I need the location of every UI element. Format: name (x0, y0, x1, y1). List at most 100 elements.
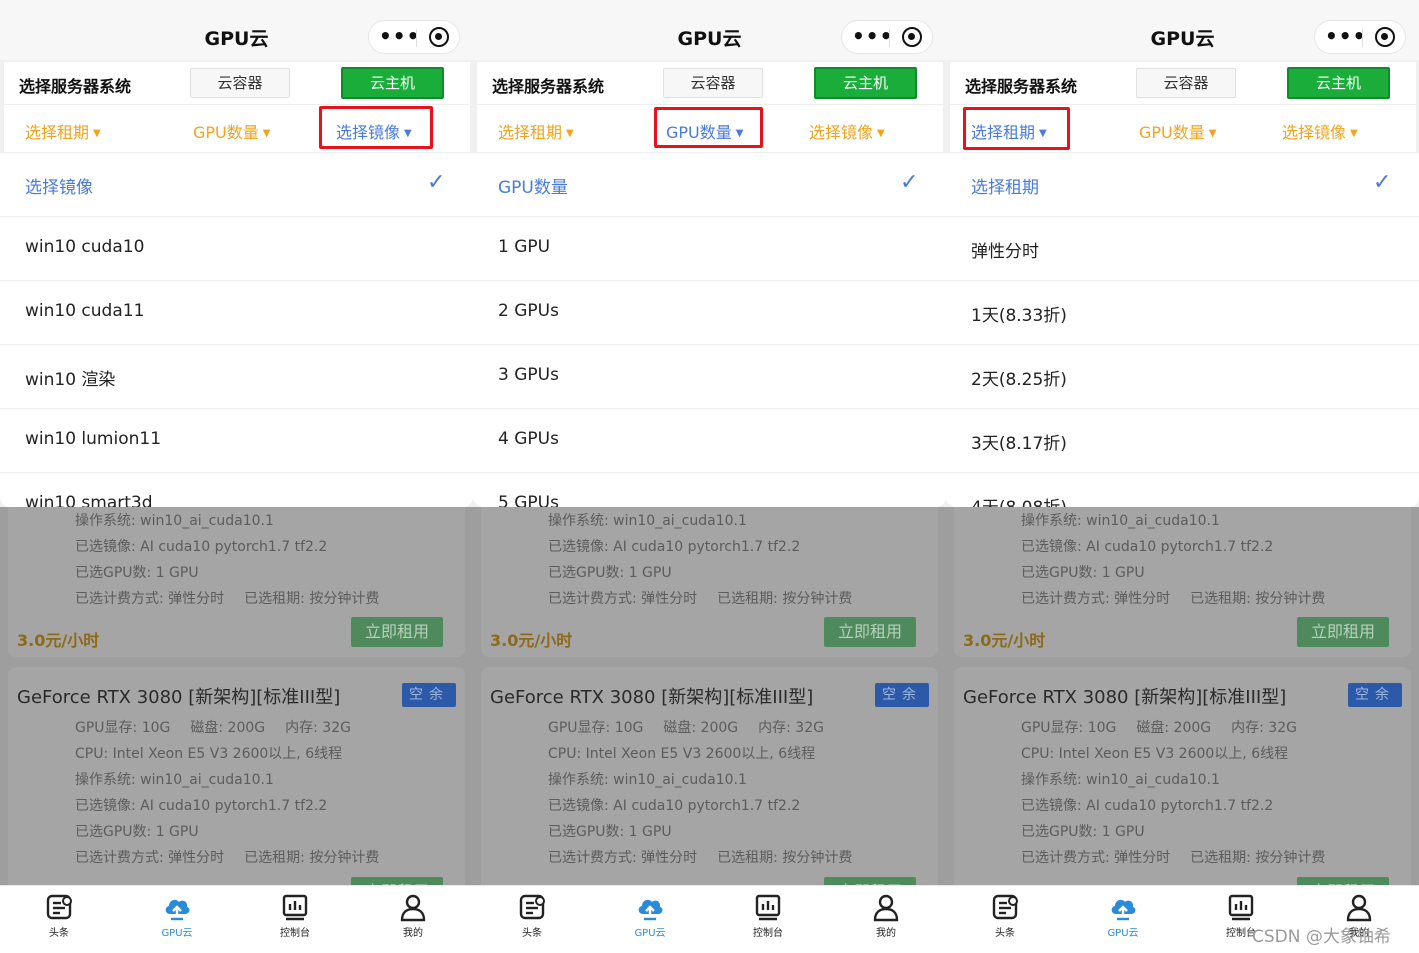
miniprogram-capsule: ••• (1314, 20, 1406, 54)
tab-item[interactable]: 头条 (24, 892, 94, 939)
user-icon (1324, 892, 1394, 922)
card-os: 操作系统: win10_ai_cuda10.1 (1021, 513, 1220, 529)
dropdown-option[interactable]: win10 cuda11 (0, 281, 473, 345)
filter-dropdown: 选择租期 ✓ 弹性分时 1天(8.33折) 2天(8.25折) 3天(8.17折… (946, 153, 1419, 507)
tab-item[interactable]: 控制台 (260, 892, 330, 939)
filter-image[interactable]: 选择镜像 ▼ (809, 119, 885, 143)
dropdown-option-label: win10 渲染 (25, 370, 116, 390)
filter-rent-term[interactable]: 选择租期 ▼ (498, 119, 574, 143)
card-billing-row: 已选计费方式: 弹性分时 已选租期: 按分钟计费 (548, 847, 852, 867)
rent-now-button[interactable]: 立即租用 (1297, 617, 1389, 647)
filter-label: 选择租期 (498, 123, 563, 142)
filter-dropdown: 选择镜像 ✓ win10 cuda10 win10 cuda11 win10 渲… (0, 153, 473, 507)
cloud-host-button[interactable]: 云主机 (341, 67, 444, 99)
dropdown-option[interactable]: 3 GPUs (473, 345, 946, 409)
rent-now-button[interactable]: 立即租用 (824, 617, 916, 647)
card-price: 3.0元/小时 (963, 631, 1046, 650)
cloud-host-button[interactable]: 云主机 (1287, 67, 1390, 99)
dropdown-option[interactable]: 2 GPUs (473, 281, 946, 345)
dropdown-option[interactable]: win10 cuda10 (0, 217, 473, 281)
rent-now-button[interactable]: 立即租用 (351, 617, 443, 647)
tab-label: 我的 (876, 928, 896, 939)
filter-label: 选择租期 (25, 123, 90, 142)
filter-gpu-count[interactable]: GPU数量 ▼ (193, 119, 270, 143)
dropdown-option-label: 4天(8.08折) (971, 493, 1067, 507)
caret-down-icon: ▼ (1208, 128, 1217, 139)
tab-item[interactable]: 我的 (378, 892, 448, 939)
dropdown-option[interactable]: win10 渲染 (0, 345, 473, 409)
tab-item[interactable]: GPU云 (1088, 892, 1158, 939)
card-os: 操作系统: win10_ai_cuda10.1 (548, 772, 747, 788)
dropdown-option[interactable]: 1 GPU (473, 217, 946, 281)
card-os: 操作系统: win10_ai_cuda10.1 (75, 772, 274, 788)
dropdown-option[interactable]: win10 lumion11 (0, 409, 473, 473)
card-title: GeForce RTX 3080 [新架构][标准III型] (963, 687, 1287, 708)
tab-item[interactable]: 控制台 (733, 892, 803, 939)
filter-gpu-count[interactable]: GPU数量 ▼ (1139, 119, 1216, 143)
dropdown-option[interactable]: 选择租期 ✓ (946, 153, 1419, 217)
card-term: 已选租期: 按分钟计费 (1190, 850, 1326, 866)
dropdown-option-label: win10 cuda10 (25, 237, 145, 257)
tab-item[interactable]: GPU云 (615, 892, 685, 939)
caret-down-icon: ▼ (93, 128, 101, 139)
dropdown-option-label: 4 GPUs (498, 429, 559, 449)
dashboard-chart-icon (1206, 892, 1276, 922)
card-billing: 已选计费方式: 弹性分时 (1021, 591, 1171, 607)
tab-item[interactable]: 头条 (497, 892, 567, 939)
dropdown-option[interactable]: 弹性分时 (946, 217, 1419, 281)
nav-bar: GPU云 ••• (946, 0, 1419, 60)
cloud-container-button[interactable]: 云容器 (663, 68, 763, 98)
dropdown-option-label: GPU数量 (498, 178, 568, 198)
card-specs-row: GPU显存: 10G 磁盘: 200G 内存: 32G (548, 717, 824, 737)
dropdown-option-label: 1 GPU (498, 237, 551, 257)
filter-image[interactable]: 选择镜像 ▼ (1282, 119, 1358, 143)
card-billing: 已选计费方式: 弹性分时 (75, 850, 225, 866)
caret-down-icon: ▼ (262, 128, 271, 139)
dropdown-option[interactable]: 4 GPUs (473, 409, 946, 473)
dropdown-option[interactable]: 2天(8.25折) (946, 345, 1419, 409)
news-icon (497, 892, 567, 922)
card-gpu-count: 已选GPU数: 1 GPU (548, 824, 672, 840)
check-icon: ✓ (900, 170, 919, 195)
card-memory: 内存: 32G (1231, 720, 1297, 736)
caret-down-icon: ▼ (1350, 128, 1358, 139)
cloud-container-button[interactable]: 云容器 (190, 68, 290, 98)
card-term: 已选租期: 按分钟计费 (1190, 591, 1326, 607)
dropdown-option[interactable]: GPU数量 ✓ (473, 153, 946, 217)
close-target-icon[interactable] (429, 27, 449, 47)
card-billing-row: 已选计费方式: 弹性分时 已选租期: 按分钟计费 (75, 588, 379, 608)
tab-label: 头条 (522, 928, 542, 939)
card-billing: 已选计费方式: 弹性分时 (75, 591, 225, 607)
card-disk: 磁盘: 200G (663, 720, 739, 736)
dropdown-option[interactable]: win10 smart3d (0, 473, 473, 507)
dropdown-option[interactable]: 选择镜像 ✓ (0, 153, 473, 217)
filter-rent-term[interactable]: 选择租期 ▼ (25, 119, 101, 143)
filter-dropdown: GPU数量 ✓ 1 GPU 2 GPUs 3 GPUs 4 GPUs 5 GPU… (473, 153, 946, 507)
cloud-host-button[interactable]: 云主机 (814, 67, 917, 99)
more-icon[interactable]: ••• (852, 24, 893, 48)
dropdown-option[interactable]: 5 GPUs (473, 473, 946, 507)
dropdown-option[interactable]: 1天(8.33折) (946, 281, 1419, 345)
card-title: GeForce RTX 3080 [新架构][标准III型] (490, 687, 814, 708)
card-billing: 已选计费方式: 弹性分时 (548, 850, 698, 866)
close-target-icon[interactable] (1375, 27, 1395, 47)
dropdown-option[interactable]: 3天(8.17折) (946, 409, 1419, 473)
dropdown-option[interactable]: 4天(8.08折) (946, 473, 1419, 507)
close-target-icon[interactable] (902, 27, 922, 47)
tab-item[interactable]: 头条 (970, 892, 1040, 939)
more-icon[interactable]: ••• (379, 24, 420, 48)
cloud-container-button[interactable]: 云容器 (1136, 68, 1236, 98)
card-gpu-count: 已选GPU数: 1 GPU (548, 565, 672, 581)
more-icon[interactable]: ••• (1325, 24, 1366, 48)
tab-item[interactable]: 我的 (851, 892, 921, 939)
miniprogram-capsule: ••• (368, 20, 460, 54)
card-vram: GPU显存: 10G (75, 720, 171, 736)
filter-label: GPU数量 (193, 123, 259, 142)
card-billing: 已选计费方式: 弹性分时 (548, 591, 698, 607)
server-card: 操作系统: win10_ai_cuda10.1 已选镜像: AI cuda10 … (481, 507, 938, 657)
tab-item[interactable]: GPU云 (142, 892, 212, 939)
news-icon (24, 892, 94, 922)
card-image: 已选镜像: AI cuda10 pytorch1.7 tf2.2 (1021, 798, 1274, 814)
card-disk: 磁盘: 200G (1136, 720, 1212, 736)
status-badge: 空余 (1348, 683, 1402, 707)
